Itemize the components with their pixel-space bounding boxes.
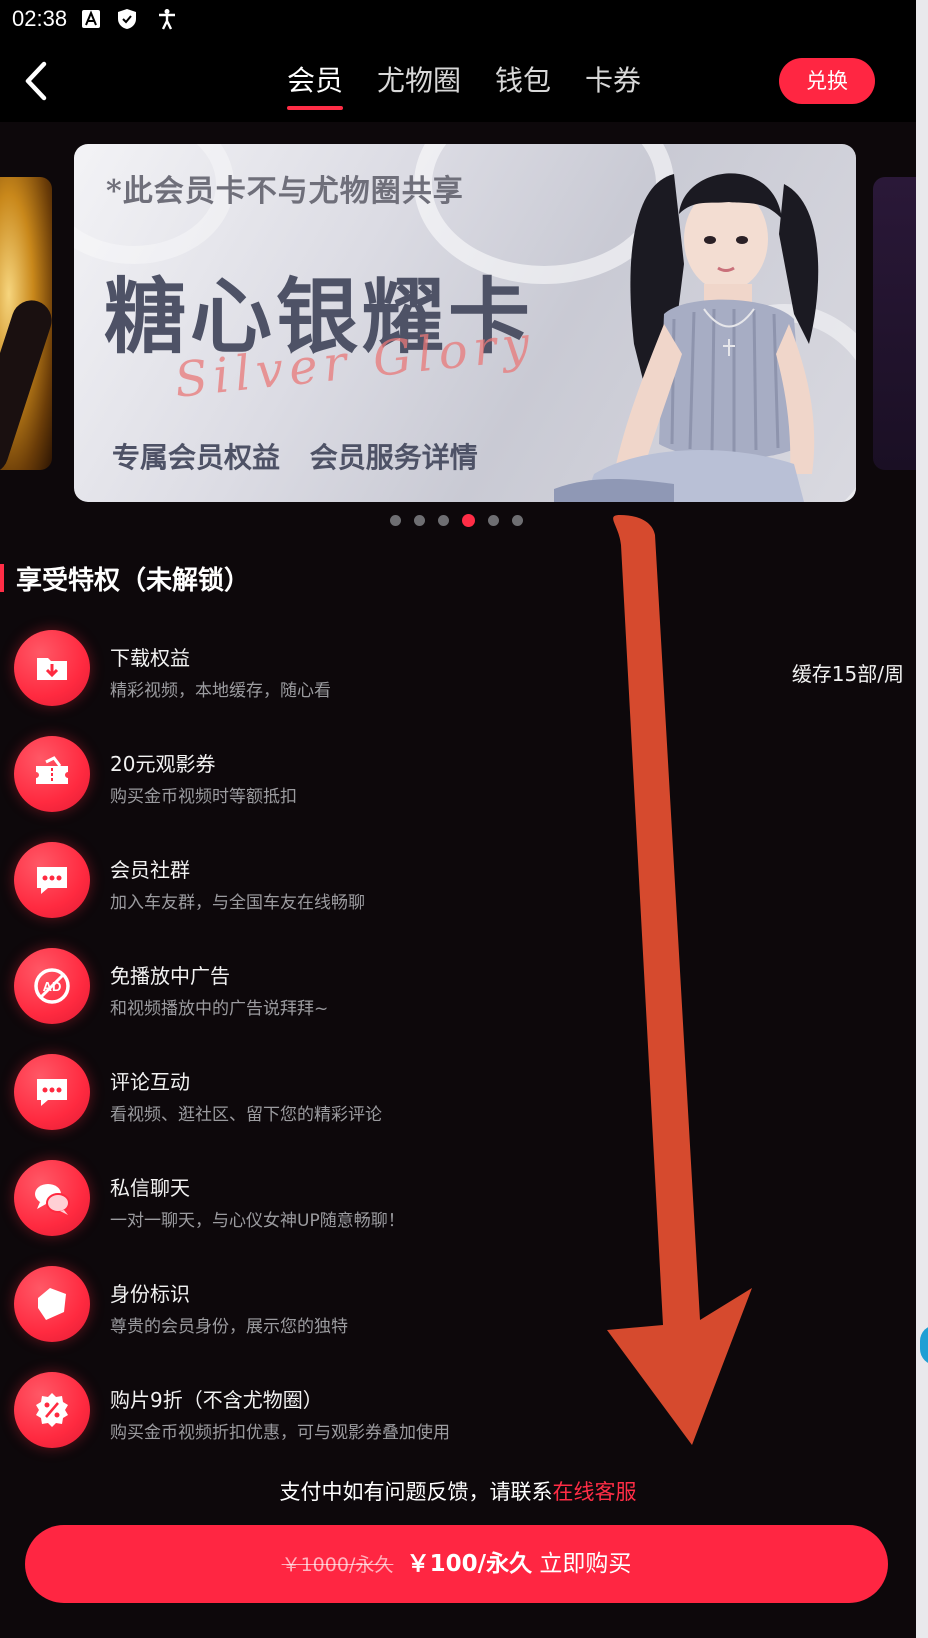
privilege-desc: 和视频播放中的广告说拜拜~ xyxy=(110,999,329,1019)
no-ads-icon: AD xyxy=(14,948,90,1024)
privilege-item-discount: 购片9折（不含尤物圈） 购买金币视频折扣优惠，可与观影券叠加使用 xyxy=(14,1370,904,1450)
card-share-notice: *此会员卡不与尤物圈共享 xyxy=(106,174,464,209)
carousel-pagination xyxy=(390,514,523,527)
pagination-dot[interactable] xyxy=(390,515,401,526)
status-bar: 02:38 xyxy=(0,0,916,40)
card-benefits-link[interactable]: 专属会员权益 xyxy=(112,441,280,474)
font-a-icon xyxy=(82,10,100,28)
pagination-dot[interactable] xyxy=(488,515,499,526)
card-service-details-link[interactable]: 会员服务详情 xyxy=(310,441,478,474)
accessibility-icon xyxy=(159,9,175,30)
privilege-name: 20元观影券 xyxy=(110,752,216,776)
membership-card-carousel[interactable]: *此会员卡不与尤物圈共享 糖心银耀卡 Silver Glory 专属会员权益 会… xyxy=(0,122,916,532)
privilege-desc: 看视频、逛社区、留下您的精彩评论 xyxy=(110,1105,382,1125)
privilege-desc: 一对一聊天，与心仪女神UP随意畅聊！ xyxy=(110,1211,405,1231)
privilege-name: 身份标识 xyxy=(110,1282,190,1306)
privilege-desc: 精彩视频，本地缓存，随心看 xyxy=(110,681,331,701)
tab-bar: 会员 尤物圈 钱包 卡券 xyxy=(270,62,658,118)
chat-bubble-icon xyxy=(14,842,90,918)
tab-membership[interactable]: 会员 xyxy=(270,62,360,118)
privilege-name: 免播放中广告 xyxy=(110,964,230,988)
tab-wallet[interactable]: 钱包 xyxy=(478,62,568,118)
shield-icon xyxy=(118,9,136,29)
privilege-name: 下载权益 xyxy=(110,646,190,670)
next-card-preview[interactable] xyxy=(873,177,916,470)
download-folder-icon xyxy=(14,630,90,706)
redeem-button[interactable]: 兑换 xyxy=(779,58,875,104)
online-support-link[interactable]: 在线客服 xyxy=(553,1480,637,1504)
privilege-desc: 尊贵的会员身份，展示您的独特 xyxy=(110,1317,348,1337)
ticket-icon xyxy=(14,736,90,812)
privilege-desc: 购买金币视频折扣优惠，可与观影券叠加使用 xyxy=(110,1423,450,1443)
pagination-dot-active[interactable] xyxy=(462,514,475,527)
pagination-dot[interactable] xyxy=(512,515,523,526)
privilege-item-ticket: 20元观影券 购买金币视频时等额抵扣 xyxy=(14,734,904,814)
svg-text:AD: AD xyxy=(43,979,62,994)
privilege-name: 会员社群 xyxy=(110,858,190,882)
membership-card-banner[interactable]: *此会员卡不与尤物圈共享 糖心银耀卡 Silver Glory 专属会员权益 会… xyxy=(74,144,856,502)
buy-now-button[interactable]: ￥1000/永久 ￥100/永久 立即购买 xyxy=(25,1525,888,1603)
current-price: ￥100/永久 xyxy=(406,1551,533,1577)
badge-icon xyxy=(14,1266,90,1342)
card-links: 专属会员权益 会员服务详情 xyxy=(112,436,498,476)
status-time: 02:38 xyxy=(12,6,68,31)
privileges-title: 享受特权（未解锁） xyxy=(16,565,251,596)
privilege-name: 私信聊天 xyxy=(110,1176,190,1200)
privilege-item-no-ads: AD 免播放中广告 和视频播放中的广告说拜拜~ xyxy=(14,946,904,1026)
privilege-item-comments: 评论互动 看视频、逛社区、留下您的精彩评论 xyxy=(14,1052,904,1132)
app-screen: 02:38 会员 尤物圈 钱包 卡券 兑换 *此会员卡不与尤物圈共享 糖心银耀卡… xyxy=(0,0,916,1638)
privilege-name: 购片9折（不含尤物圈） xyxy=(110,1388,323,1412)
tab-youwu-circle[interactable]: 尤物圈 xyxy=(360,62,478,118)
privilege-desc: 加入车友群，与全国车友在线畅聊 xyxy=(110,893,365,913)
privilege-item-community: 会员社群 加入车友群，与全国车友在线畅聊 xyxy=(14,840,904,920)
original-price: ￥1000/永久 xyxy=(281,1554,394,1576)
privilege-desc: 购买金币视频时等额抵扣 xyxy=(110,787,297,807)
support-text: 支付中如有问题反馈，请联系 xyxy=(279,1480,553,1504)
discount-icon xyxy=(14,1372,90,1448)
top-nav: 会员 尤物圈 钱包 卡券 兑换 xyxy=(0,40,916,122)
model-photo xyxy=(554,173,819,502)
buy-label: 立即购买 xyxy=(539,1551,632,1577)
download-quota: 缓存15部/周 xyxy=(791,662,904,686)
chevron-left-icon[interactable] xyxy=(20,58,60,104)
heading-accent-bar xyxy=(0,564,4,592)
floating-edge-handle[interactable] xyxy=(920,1325,928,1365)
privilege-item-private-chat: 私信聊天 一对一聊天，与心仪女神UP随意畅聊！ xyxy=(14,1158,904,1238)
pagination-dot[interactable] xyxy=(414,515,425,526)
tab-coupons[interactable]: 卡券 xyxy=(568,62,658,118)
screen-edge xyxy=(916,0,928,1638)
privileges-heading: 享受特权（未解锁） xyxy=(0,560,250,596)
privilege-name: 评论互动 xyxy=(110,1070,190,1094)
privilege-item-download: 下载权益 精彩视频，本地缓存，随心看 缓存15部/周 xyxy=(14,628,904,708)
prev-card-preview[interactable] xyxy=(0,177,52,470)
pagination-dot[interactable] xyxy=(438,515,449,526)
payment-support-note: 支付中如有问题反馈，请联系在线客服 xyxy=(0,1476,916,1506)
messages-icon xyxy=(14,1160,90,1236)
privilege-item-identity: 身份标识 尊贵的会员身份，展示您的独特 xyxy=(14,1264,904,1344)
comment-icon xyxy=(14,1054,90,1130)
